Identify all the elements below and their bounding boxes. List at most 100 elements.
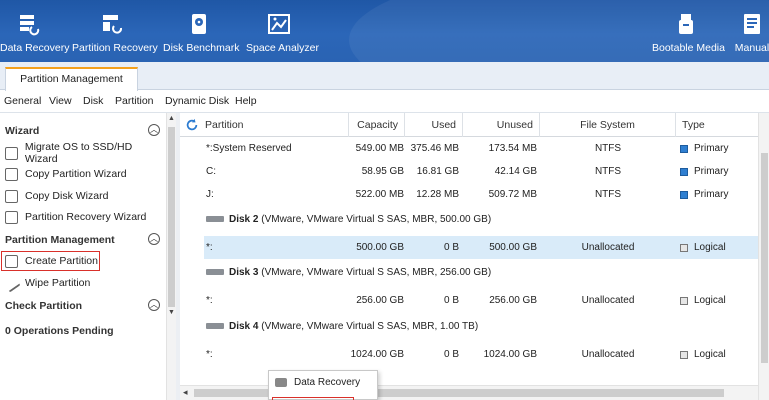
- scroll-left-arrow-icon[interactable]: ◂: [183, 387, 188, 398]
- space-analyzer-button[interactable]: Space Analyzer: [246, 0, 319, 62]
- wipe-partition-item[interactable]: Wipe Partition: [2, 273, 91, 293]
- vertical-scrollbar[interactable]: [758, 113, 769, 400]
- table-row[interactable]: *: 256.00 GB 0 B 256.00 GB Unallocated L…: [204, 289, 758, 312]
- copy-disk-label: Copy Disk Wizard: [25, 190, 109, 202]
- logical-type-icon: [680, 244, 688, 252]
- context-data-recovery[interactable]: Data Recovery: [275, 377, 360, 388]
- partition-recovery-button[interactable]: Partition Recovery: [72, 0, 158, 62]
- cell-unused: 500.00 GB: [489, 242, 537, 253]
- col-partition[interactable]: Partition: [199, 113, 349, 137]
- main-toolbar: Data Recovery Partition Recovery Disk Be…: [0, 0, 769, 62]
- cell-type: Logical: [694, 349, 726, 360]
- disk-icon: [206, 216, 224, 222]
- partition-recovery-icon: [103, 15, 123, 34]
- menu-help[interactable]: Help: [235, 95, 257, 107]
- disk-header[interactable]: Disk 3 (VMware, VMware Virtual S SAS, MB…: [204, 259, 758, 289]
- refresh-icon[interactable]: [185, 118, 199, 132]
- cell-used: 0 B: [443, 349, 459, 360]
- col-capacity[interactable]: Capacity: [349, 113, 405, 137]
- cell-file-system: NTFS: [594, 143, 622, 154]
- copy-disk-wizard[interactable]: Copy Disk Wizard: [5, 187, 108, 205]
- primary-type-icon: [680, 145, 688, 153]
- left-scroll-thumb[interactable]: [168, 127, 175, 307]
- menu-partition[interactable]: Partition: [115, 95, 154, 107]
- menu-dynamic-disk[interactable]: Dynamic Disk: [165, 95, 229, 107]
- manual-button[interactable]: Manual: [732, 0, 769, 62]
- cell-used: 0 B: [443, 242, 459, 253]
- data-recovery-button[interactable]: Data Recovery: [0, 0, 69, 62]
- space-analyzer-icon: [268, 14, 290, 34]
- table-header: Partition Capacity Used Unused File Syst…: [180, 113, 758, 137]
- horizontal-scrollbar[interactable]: ◂: [180, 385, 758, 400]
- cell-unused: 42.14 GB: [494, 166, 537, 177]
- create-partition-highlight: [1, 251, 100, 271]
- primary-type-icon: [680, 191, 688, 199]
- cell-type: Primary: [694, 166, 729, 177]
- migrate-os-icon: [5, 146, 18, 160]
- scroll-up-arrow-icon[interactable]: ▲: [168, 115, 175, 122]
- wipe-partition-label: Wipe Partition: [25, 277, 91, 289]
- partition-recovery-label: Partition Recovery: [72, 42, 158, 54]
- copy-partition-wizard[interactable]: Copy Partition Wizard: [5, 165, 127, 183]
- col-used[interactable]: Used: [405, 113, 463, 137]
- vertical-scroll-thumb[interactable]: [761, 153, 768, 363]
- cell-partition: J:: [206, 189, 214, 200]
- cell-type: Primary: [694, 189, 729, 200]
- copy-partition-icon: [5, 167, 18, 181]
- cell-partition: *:System Reserved: [206, 143, 292, 154]
- partition-table: Partition Capacity Used Unused File Syst…: [180, 113, 769, 400]
- col-file-system[interactable]: File System: [540, 113, 676, 137]
- disk-description: (VMware, VMware Virtual S SAS, MBR, 500.…: [261, 214, 492, 225]
- logical-type-icon: [680, 297, 688, 305]
- disk-description: (VMware, VMware Virtual S SAS, MBR, 1.00…: [261, 321, 479, 332]
- table-row-selected[interactable]: *: 500.00 GB 0 B 500.00 GB Unallocated L…: [204, 236, 758, 259]
- data-recovery-icon: [20, 15, 40, 36]
- menu-general[interactable]: General: [4, 95, 41, 107]
- bootable-media-button[interactable]: Bootable Media: [652, 0, 725, 62]
- scroll-down-arrow-icon[interactable]: ▼: [168, 309, 175, 316]
- table-row[interactable]: J: 522.00 MB 12.28 MB 509.72 MB NTFS Pri…: [204, 183, 758, 206]
- cell-file-system: Unallocated: [581, 349, 635, 360]
- cell-capacity: 256.00 GB: [356, 295, 404, 306]
- disk-description: (VMware, VMware Virtual S SAS, MBR, 256.…: [261, 267, 492, 278]
- cell-capacity: 522.00 MB: [355, 189, 404, 200]
- menu-view[interactable]: View: [49, 95, 72, 107]
- migrate-os-wizard[interactable]: Migrate OS to SSD/HD Wizard: [5, 141, 166, 165]
- cell-capacity: 500.00 GB: [356, 242, 404, 253]
- disk-benchmark-icon: [192, 14, 206, 34]
- menu-disk[interactable]: Disk: [83, 95, 103, 107]
- collapse-check-partition-icon[interactable]: ︿: [148, 299, 160, 311]
- disk-name: Disk 4: [229, 321, 259, 332]
- logical-type-icon: [680, 351, 688, 359]
- col-type[interactable]: Type: [676, 113, 758, 137]
- table-row[interactable]: C: 58.95 GB 16.81 GB 42.14 GB NTFS Prima…: [204, 160, 758, 183]
- tab-partition-management[interactable]: Partition Management: [5, 67, 138, 91]
- check-partition-section-title: Check Partition: [5, 300, 83, 312]
- partition-recovery-wizard[interactable]: Partition Recovery Wizard: [5, 208, 146, 226]
- migrate-os-label: Migrate OS to SSD/HD Wizard: [24, 141, 133, 165]
- context-menu: Data Recovery: [268, 370, 378, 400]
- wipe-partition-icon: [2, 273, 21, 293]
- disk-header[interactable]: Disk 2 (VMware, VMware Virtual S SAS, MB…: [204, 206, 758, 236]
- cell-type: Logical: [694, 295, 726, 306]
- disk-benchmark-button[interactable]: Disk Benchmark: [163, 0, 239, 62]
- partition-recovery-wizard-label: Partition Recovery Wizard: [25, 211, 147, 223]
- cell-file-system: Unallocated: [581, 295, 635, 306]
- cell-unused: 1024.00 GB: [483, 349, 537, 360]
- cell-file-system: NTFS: [594, 166, 622, 177]
- cell-partition: C:: [206, 166, 216, 177]
- table-row[interactable]: *: 1024.00 GB 0 B 1024.00 GB Unallocated…: [204, 343, 758, 366]
- data-recovery-menu-icon: [275, 378, 287, 387]
- cell-unused: 509.72 MB: [488, 189, 537, 200]
- col-unused[interactable]: Unused: [463, 113, 540, 137]
- table-row[interactable]: *:System Reserved 549.00 MB 375.46 MB 17…: [204, 137, 758, 160]
- copy-disk-icon: [5, 189, 18, 203]
- disk-header[interactable]: Disk 4 (VMware, VMware Virtual S SAS, MB…: [204, 313, 758, 343]
- cell-capacity: 58.95 GB: [361, 166, 404, 177]
- left-panel-scrollbar[interactable]: ▲ ▼: [166, 113, 176, 400]
- space-analyzer-label: Space Analyzer: [246, 42, 319, 54]
- cell-capacity: 1024.00 GB: [350, 349, 404, 360]
- collapse-wizard-icon[interactable]: ︿: [148, 124, 160, 136]
- collapse-partition-management-icon[interactable]: ︿: [148, 233, 160, 245]
- menu-bar: General View Disk Partition Dynamic Disk…: [0, 91, 769, 113]
